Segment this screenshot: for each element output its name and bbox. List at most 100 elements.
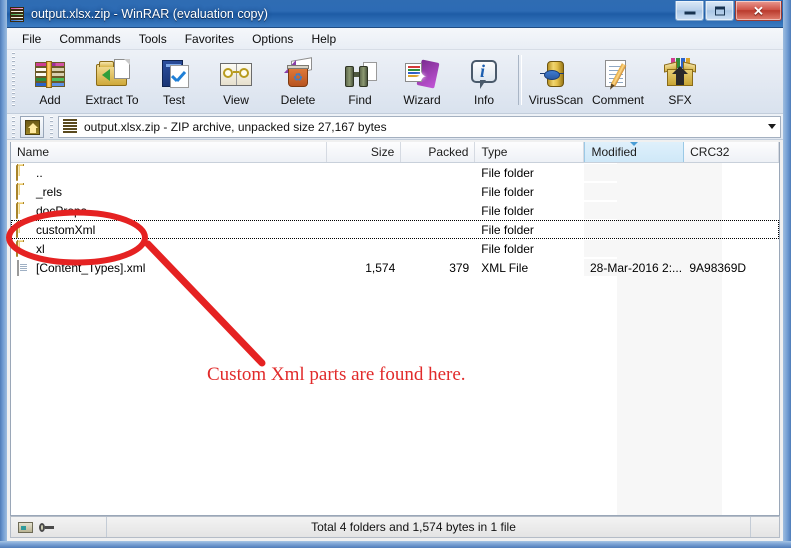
add-archive-icon <box>33 57 67 91</box>
toolbar-gripper[interactable] <box>10 52 17 108</box>
up-one-level-icon <box>25 119 40 135</box>
column-header-type[interactable]: Type <box>475 142 585 162</box>
table-row[interactable]: _rels File folder <box>11 182 779 201</box>
cell-modified <box>583 221 684 238</box>
toolbar-label-delete: Delete <box>280 93 316 107</box>
toolbar-button-wizard[interactable]: ✦ Wizard <box>391 52 453 110</box>
menu-item-tools[interactable]: Tools <box>130 30 176 48</box>
cell-type: File folder <box>481 203 534 218</box>
column-header-size[interactable]: Size <box>327 142 402 162</box>
cell-name: .. <box>12 164 327 181</box>
toolbar-label-find: Find <box>348 93 372 107</box>
toolbar-label-wizard: Wizard <box>403 93 441 107</box>
toolbar: Add Extract To Test View ♻ Delete Find ✦… <box>7 50 783 114</box>
cell-packed <box>401 183 475 200</box>
cell-name: _rels <box>12 183 327 200</box>
toolbar-button-delete[interactable]: ♻ Delete <box>267 52 329 110</box>
toolbar-button-extract-to[interactable]: Extract To <box>81 52 143 110</box>
status-bar-text-area: Total 4 folders and 1,574 bytes in 1 fil… <box>107 517 751 537</box>
minimize-icon <box>684 11 695 15</box>
file-name: docProps <box>36 203 87 218</box>
cell-crc32 <box>683 164 778 181</box>
menu-item-commands[interactable]: Commands <box>50 30 129 48</box>
up-one-level-button[interactable] <box>20 115 44 138</box>
toolbar-button-info[interactable]: i Info <box>453 52 515 110</box>
archive-path-combo[interactable]: output.xlsx.zip - ZIP archive, unpacked … <box>58 115 781 138</box>
cell-size <box>327 202 401 219</box>
toolbar-label-extract-to: Extract To <box>85 93 139 107</box>
table-row[interactable]: xl File folder <box>11 239 779 258</box>
chevron-down-icon[interactable] <box>763 117 780 137</box>
menu-item-favorites[interactable]: Favorites <box>176 30 243 48</box>
cell-packed <box>401 240 475 257</box>
column-header-name[interactable]: Name <box>11 142 328 162</box>
folder-icon <box>16 221 31 238</box>
window-border-left <box>0 0 7 548</box>
status-bar-icons <box>11 517 107 537</box>
toolbar-label-virusscan: VirusScan <box>528 93 584 107</box>
cell-crc32 <box>683 221 778 238</box>
cell-modified <box>583 202 684 219</box>
sfx-box-icon <box>663 57 697 91</box>
status-bar: Total 4 folders and 1,574 bytes in 1 fil… <box>10 516 780 538</box>
maximize-button[interactable] <box>705 1 734 21</box>
menu-item-options[interactable]: Options <box>243 30 302 48</box>
wizard-wand-icon: ✦ <box>405 57 440 91</box>
column-header-crc32[interactable]: CRC32 <box>684 142 779 162</box>
toolbar-label-comment: Comment <box>591 93 644 107</box>
cell-crc32 <box>683 183 778 200</box>
toolbar-button-add[interactable]: Add <box>19 52 81 110</box>
xml-file-icon <box>16 259 31 276</box>
toolbar-label-info: Info <box>473 93 494 107</box>
close-icon: ✕ <box>753 3 764 18</box>
close-button[interactable]: ✕ <box>735 1 782 21</box>
path-gripper[interactable] <box>49 115 55 138</box>
cell-packed <box>401 221 475 238</box>
folder-icon <box>16 183 31 200</box>
toolbar-button-comment[interactable]: Comment <box>587 52 649 110</box>
toolbar-button-test[interactable]: Test <box>143 52 205 110</box>
cell-type: File folder <box>481 241 534 256</box>
minimize-button[interactable] <box>675 1 704 21</box>
column-header-packed[interactable]: Packed <box>401 142 476 162</box>
status-bar-text: Total 4 folders and 1,574 bytes in 1 fil… <box>311 520 516 534</box>
column-header-modified-label: Modified <box>591 145 637 159</box>
cell-crc32: 9A98369D <box>689 260 747 275</box>
table-row[interactable]: customXml File folder <box>11 220 779 239</box>
cell-type: File folder <box>481 222 534 237</box>
drive-icon[interactable] <box>18 521 33 533</box>
caption-buttons: ✕ <box>674 1 782 23</box>
maximize-icon <box>714 6 725 15</box>
client-area: File Commands Tools Favorites Options He… <box>7 28 783 541</box>
table-row[interactable]: [Content_Types].xml 1,574 379 XML File 2… <box>11 258 779 277</box>
folder-icon <box>16 202 31 219</box>
sort-ascending-icon <box>629 142 640 146</box>
toolbar-button-virusscan[interactable]: VirusScan <box>525 52 587 110</box>
cell-size <box>327 183 401 200</box>
file-list-rows: .. File folder _rels File folder docProp… <box>11 163 779 277</box>
toolbar-label-view: View <box>223 93 249 107</box>
archive-path-text: output.xlsx.zip - ZIP archive, unpacked … <box>84 119 387 134</box>
status-bar-resize-grip <box>751 517 779 537</box>
toolbar-button-view[interactable]: View <box>205 52 267 110</box>
file-name: .. <box>36 165 43 180</box>
menu-item-file[interactable]: File <box>13 30 50 48</box>
file-list[interactable]: Name Size Packed Type Modified CRC32 .. <box>10 142 780 516</box>
address-bar-gripper[interactable] <box>11 115 17 138</box>
cell-name: [Content_Types].xml <box>12 259 327 276</box>
table-row[interactable]: docProps File folder <box>11 201 779 220</box>
table-row[interactable]: .. File folder <box>11 163 779 182</box>
menu-bar: File Commands Tools Favorites Options He… <box>7 28 783 50</box>
cell-packed <box>401 202 475 219</box>
cell-modified <box>583 240 684 257</box>
toolbar-button-sfx[interactable]: SFX <box>649 52 711 110</box>
key-icon[interactable] <box>39 522 54 532</box>
menu-item-help[interactable]: Help <box>302 30 345 48</box>
column-header-modified[interactable]: Modified <box>584 142 685 162</box>
toolbar-label-sfx: SFX <box>668 93 692 107</box>
toolbar-label-test: Test <box>162 93 185 107</box>
cell-modified <box>583 164 684 181</box>
cell-size: 1,574 <box>365 260 396 275</box>
toolbar-button-find[interactable]: Find <box>329 52 391 110</box>
winrar-books-icon <box>9 6 25 22</box>
